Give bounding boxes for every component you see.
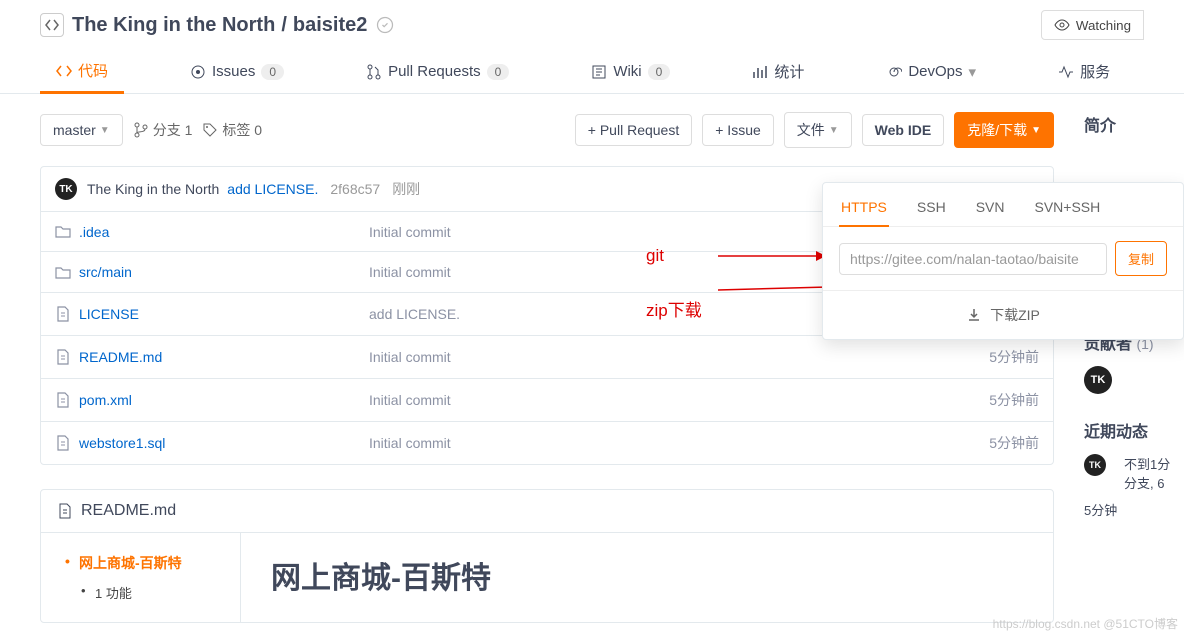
badge-icon (375, 15, 395, 35)
clone-tab-svn[interactable]: SVN (974, 193, 1007, 226)
clone-tab-ssh[interactable]: SSH (915, 193, 948, 226)
file-name[interactable]: .idea (79, 224, 369, 240)
file-time: 5分钟前 (989, 347, 1039, 367)
new-pr-button[interactable]: + Pull Request (575, 114, 692, 146)
web-ide-button[interactable]: Web IDE (862, 114, 945, 146)
file-row[interactable]: pom.xmlInitial commit5分钟前 (41, 379, 1053, 422)
readme-header: README.md (41, 490, 1053, 533)
file-icon (57, 503, 73, 519)
clone-download-button[interactable]: 克隆/下载 ▼ (954, 112, 1054, 148)
branches-info[interactable]: 分支 1 (133, 120, 193, 140)
commit-message[interactable]: add LICENSE. (227, 181, 318, 197)
repo-icon (40, 13, 64, 37)
file-icon (55, 391, 71, 408)
file-time: 5分钟前 (989, 390, 1039, 410)
clone-tab-https[interactable]: HTTPS (839, 193, 889, 227)
folder-icon (55, 223, 71, 240)
pulls-count: 0 (487, 64, 510, 80)
devops-icon (886, 64, 902, 80)
branch-selector[interactable]: master ▼ (40, 114, 123, 146)
file-row[interactable]: README.mdInitial commit5分钟前 (41, 336, 1053, 379)
commit-hash[interactable]: 2f68c57 (330, 181, 380, 197)
file-name[interactable]: pom.xml (79, 392, 369, 408)
issues-count: 0 (261, 64, 284, 80)
commit-author[interactable]: The King in the North (87, 181, 219, 197)
avatar[interactable]: TK (55, 178, 77, 200)
toc-sub-item[interactable]: 1 功能 (65, 579, 232, 606)
file-time: 5分钟前 (989, 433, 1039, 453)
file-commit-msg[interactable]: Initial commit (369, 392, 989, 408)
tags-info[interactable]: 标签 0 (202, 120, 262, 140)
tab-stats[interactable]: 统计 (736, 50, 820, 93)
file-name[interactable]: README.md (79, 349, 369, 365)
file-icon (55, 305, 71, 322)
commit-time: 刚刚 (392, 179, 420, 199)
code-icon (56, 63, 72, 79)
tab-issues[interactable]: Issues 0 (174, 50, 300, 93)
readme-heading: 网上商城-百斯特 (271, 553, 491, 597)
issues-icon (190, 64, 206, 80)
branch-icon (133, 122, 149, 138)
repo-title: The King in the North / baisite2 (72, 14, 395, 37)
activity-title: 近期动态 (1084, 418, 1184, 442)
copy-button[interactable]: 复制 (1115, 241, 1167, 276)
watching-button[interactable]: Watching (1041, 10, 1144, 40)
eye-icon (1054, 17, 1070, 33)
file-icon (55, 434, 71, 451)
activity-text: 不到1分 分支, 6 (1124, 454, 1170, 492)
tab-code[interactable]: 代码 (40, 50, 124, 94)
file-commit-msg[interactable]: Initial commit (369, 349, 989, 365)
services-icon (1058, 64, 1074, 80)
tab-wiki[interactable]: Wiki 0 (575, 50, 686, 93)
repo-link[interactable]: baisite2 (293, 14, 367, 37)
activity-text: 5分钟 (1084, 500, 1117, 519)
wiki-count: 0 (648, 64, 671, 80)
contributor-avatar[interactable]: TK (1084, 366, 1112, 394)
toc-item[interactable]: 网上商城-百斯特 (65, 549, 232, 579)
file-icon (55, 348, 71, 365)
file-name[interactable]: LICENSE (79, 306, 369, 322)
file-name[interactable]: src/main (79, 264, 369, 280)
clone-dropdown: HTTPS SSH SVN SVN+SSH 复制 下载ZIP (822, 182, 1184, 340)
wiki-icon (591, 64, 607, 80)
file-button[interactable]: 文件 ▼ (784, 112, 852, 148)
stats-icon (752, 64, 768, 80)
clone-url-input[interactable] (839, 243, 1107, 275)
clone-tab-svnssh[interactable]: SVN+SSH (1032, 193, 1102, 226)
file-row[interactable]: webstore1.sqlInitial commit5分钟前 (41, 422, 1053, 464)
watermark: https://blog.csdn.net @51CTO博客 (993, 615, 1178, 632)
tab-services[interactable]: 服务 (1042, 50, 1126, 93)
tab-devops[interactable]: DevOps ▾ (870, 50, 992, 93)
file-commit-msg[interactable]: Initial commit (369, 435, 989, 451)
file-name[interactable]: webstore1.sql (79, 435, 369, 451)
download-zip-button[interactable]: 下载ZIP (823, 290, 1183, 339)
activity-avatar[interactable]: TK (1084, 454, 1106, 476)
owner-link[interactable]: The King in the North (72, 14, 275, 37)
intro-title: 简介 (1084, 112, 1184, 136)
pull-request-icon (366, 64, 382, 80)
folder-icon (55, 263, 71, 280)
tag-icon (202, 122, 218, 138)
tab-pulls[interactable]: Pull Requests 0 (350, 50, 525, 93)
download-icon (966, 307, 982, 323)
new-issue-button[interactable]: + Issue (702, 114, 774, 146)
